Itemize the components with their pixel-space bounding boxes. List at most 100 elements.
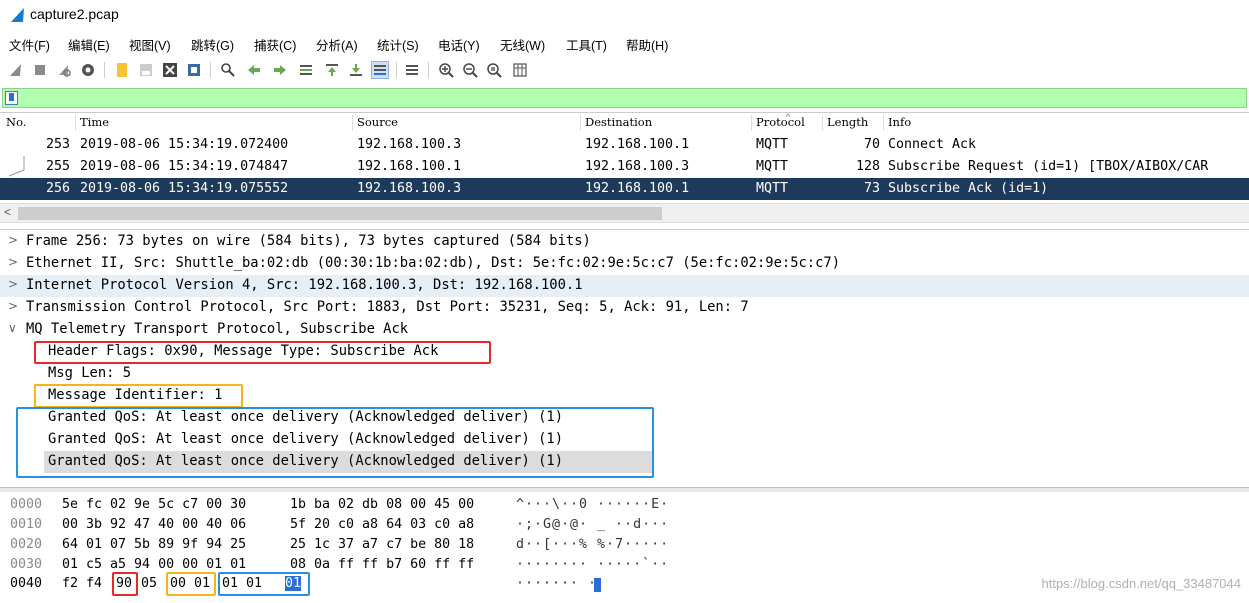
tree-item-tcp[interactable]: > Transmission Control Protocol, Src Por… <box>0 297 1249 319</box>
column-divider <box>751 115 752 131</box>
column-header-info[interactable]: Info <box>888 115 911 129</box>
menu-help[interactable]: 帮助(H) <box>626 35 668 54</box>
hex-bytes[interactable]: 08 0a ff ff b7 60 ff ff <box>290 557 474 572</box>
restart-icon[interactable] <box>56 62 72 78</box>
expand-arrow-icon[interactable]: > <box>8 277 18 291</box>
hex-ascii[interactable]: ^···\··0 ······E· <box>516 497 669 512</box>
menu-wireless[interactable]: 无线(W) <box>500 35 545 54</box>
annotation-box-red <box>112 572 138 596</box>
annotation-box-blue <box>16 407 654 478</box>
hex-bytes[interactable]: 1b ba 02 db 08 00 45 00 <box>290 497 474 512</box>
packet-row-selected[interactable]: 256 2019-08-06 15:34:19.075552 192.168.1… <box>0 178 1249 200</box>
hex-bytes[interactable]: 64 01 07 5b 89 9f 94 25 <box>62 537 246 552</box>
column-header-destination[interactable]: Destination <box>585 115 652 129</box>
menu-view[interactable]: 视图(V) <box>129 35 171 54</box>
toolbar-separator <box>396 62 397 78</box>
menu-capture[interactable]: 捕获(C) <box>254 35 296 54</box>
colorize-icon[interactable] <box>404 62 420 78</box>
hex-bytes[interactable]: f2 f4 <box>62 576 102 591</box>
menu-statistics[interactable]: 统计(S) <box>377 35 419 54</box>
packet-destination: 192.168.100.1 <box>585 137 690 152</box>
tree-item-mqtt[interactable]: ∨ MQ Telemetry Transport Protocol, Subsc… <box>0 319 1249 341</box>
back-icon[interactable] <box>246 62 262 78</box>
tree-item-label: Transmission Control Protocol, Src Port:… <box>26 299 749 315</box>
zoom-in-icon[interactable] <box>438 62 454 78</box>
column-header-no[interactable]: No. <box>6 115 26 129</box>
column-header-length[interactable]: Length <box>827 115 868 129</box>
display-filter-input[interactable] <box>2 88 1247 108</box>
resize-columns-icon[interactable] <box>512 62 528 78</box>
packet-row[interactable]: 255 2019-08-06 15:34:19.074847 192.168.1… <box>0 156 1249 178</box>
save-icon[interactable] <box>138 62 154 78</box>
menu-bar: 文件(F) 编辑(E) 视图(V) 跳转(G) 捕获(C) 分析(A) 统计(S… <box>0 33 1249 53</box>
tree-item-ipv4[interactable]: > Internet Protocol Version 4, Src: 192.… <box>0 275 1249 297</box>
packet-time: 2019-08-06 15:34:19.072400 <box>80 137 289 152</box>
zoom-reset-icon[interactable] <box>486 62 502 78</box>
reload-icon[interactable] <box>186 62 202 78</box>
options-icon[interactable] <box>80 62 96 78</box>
column-header-source[interactable]: Source <box>357 115 398 129</box>
hex-bytes[interactable]: 5f 20 c0 a8 64 03 c0 a8 <box>290 517 474 532</box>
packet-info: Connect Ack <box>888 137 977 152</box>
packet-details-tree[interactable]: > Frame 256: 73 bytes on wire (584 bits)… <box>0 229 1249 485</box>
packet-row[interactable]: 253 2019-08-06 15:34:19.072400 192.168.1… <box>0 134 1249 156</box>
menu-telephony[interactable]: 电话(Y) <box>438 35 480 54</box>
hex-offset: 0020 <box>10 537 43 552</box>
find-icon[interactable] <box>220 62 236 78</box>
forward-icon[interactable] <box>272 62 288 78</box>
packet-source: 192.168.100.1 <box>357 159 462 174</box>
packet-no: 253 <box>46 137 71 152</box>
tree-item-msg-len[interactable]: Msg Len: 5 <box>0 363 1249 385</box>
hex-bytes[interactable]: 25 1c 37 a7 c7 be 80 18 <box>290 537 474 552</box>
menu-go[interactable]: 跳转(G) <box>191 35 234 54</box>
packet-list-horizontal-scrollbar[interactable]: < <box>0 203 1249 223</box>
hex-offset: 0030 <box>10 557 43 572</box>
autoscroll-icon[interactable] <box>371 61 389 79</box>
shark-fin-start-icon[interactable] <box>8 62 24 78</box>
packet-destination: 192.168.100.1 <box>585 181 690 196</box>
expand-arrow-icon[interactable]: > <box>8 299 18 313</box>
hex-bytes[interactable]: 01 c5 a5 94 00 00 01 01 <box>62 557 246 572</box>
scroll-left-icon[interactable]: < <box>4 205 11 219</box>
hex-byte-msg-len[interactable]: 05 <box>141 576 157 591</box>
goto-packet-icon[interactable] <box>298 62 314 78</box>
collapse-arrow-icon[interactable]: ∨ <box>8 321 17 335</box>
window-title: capture2.pcap <box>30 6 119 22</box>
hex-bytes[interactable]: 00 3b 92 47 40 00 40 06 <box>62 517 246 532</box>
tree-item-frame[interactable]: > Frame 256: 73 bytes on wire (584 bits)… <box>0 231 1249 253</box>
first-packet-icon[interactable] <box>324 62 340 78</box>
column-header-time[interactable]: Time <box>80 115 109 129</box>
packet-source: 192.168.100.3 <box>357 137 462 152</box>
hex-bytes[interactable]: 5e fc 02 9e 5c c7 00 30 <box>62 497 246 512</box>
pane-splitter[interactable] <box>0 487 1249 492</box>
packet-length: 70 <box>864 137 881 152</box>
tree-item-ethernet[interactable]: > Ethernet II, Src: Shuttle_ba:02:db (00… <box>0 253 1249 275</box>
scrollbar-thumb[interactable] <box>18 207 662 220</box>
menu-tools[interactable]: 工具(T) <box>566 35 607 54</box>
hex-ascii[interactable]: ·;·G@·@· _ ··d··· <box>516 517 669 532</box>
toolbar-separator <box>210 62 211 78</box>
packet-time: 2019-08-06 15:34:19.075552 <box>80 181 289 196</box>
toolbar-separator <box>104 62 105 78</box>
menu-file[interactable]: 文件(F) <box>9 35 50 54</box>
column-divider <box>352 115 353 131</box>
menu-edit[interactable]: 编辑(E) <box>68 35 110 54</box>
last-packet-icon[interactable] <box>348 62 364 78</box>
annotation-box-red <box>34 341 491 364</box>
expand-arrow-icon[interactable]: > <box>8 255 18 269</box>
open-file-icon[interactable] <box>114 62 130 78</box>
column-header-protocol[interactable]: Protocol <box>756 115 805 129</box>
hex-ascii[interactable]: ········ ·····`·· <box>516 557 669 572</box>
zoom-out-icon[interactable] <box>462 62 478 78</box>
wireshark-fin-icon <box>11 8 24 22</box>
expand-arrow-icon[interactable]: > <box>8 233 18 247</box>
bookmark-icon[interactable] <box>5 91 18 105</box>
close-file-icon[interactable] <box>162 62 178 78</box>
column-divider <box>883 115 884 131</box>
hex-ascii[interactable]: d··[···% %·7····· <box>516 537 669 552</box>
hex-ascii[interactable]: ······· · <box>516 576 597 591</box>
stop-icon[interactable] <box>32 62 48 78</box>
packet-no: 255 <box>46 159 71 174</box>
title-bar: capture2.pcap <box>0 0 1249 30</box>
menu-analyze[interactable]: 分析(A) <box>316 35 358 54</box>
